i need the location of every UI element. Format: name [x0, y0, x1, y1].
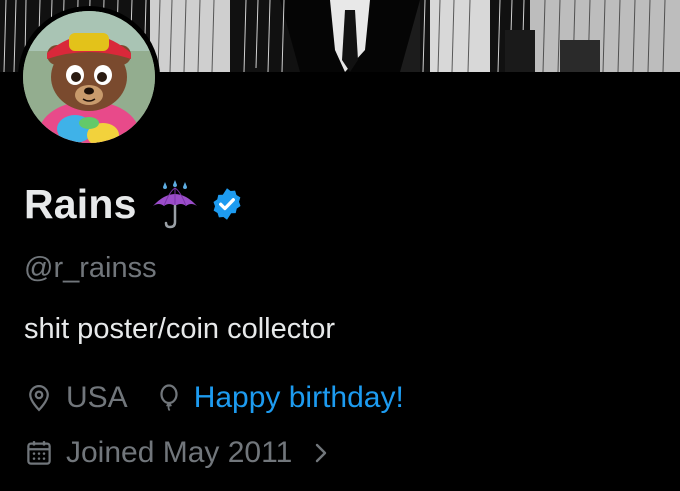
chevron-right-icon[interactable]: [312, 440, 330, 466]
profile-joined-row[interactable]: Joined May 2011: [24, 432, 330, 474]
birthday-link[interactable]: Happy birthday!: [194, 381, 404, 415]
profile-joined-date: Joined May 2011: [66, 436, 293, 469]
location-pin-icon: [24, 383, 54, 413]
avatar-image: [23, 11, 155, 143]
verified-icon[interactable]: [209, 186, 245, 222]
name-row: Rains: [24, 178, 245, 230]
profile-location: USA: [66, 381, 128, 414]
profile-avatar[interactable]: [18, 6, 160, 148]
profile-meta-row: USA Happy birthday!: [24, 378, 404, 418]
profile-bio: shit poster/coin collector: [24, 313, 336, 345]
calendar-icon: [24, 438, 54, 468]
display-name: Rains: [24, 180, 137, 227]
profile-handle: @r_rainss: [24, 252, 157, 284]
balloon-icon: [154, 383, 184, 413]
umbrella-with-rain-icon: [149, 178, 201, 230]
